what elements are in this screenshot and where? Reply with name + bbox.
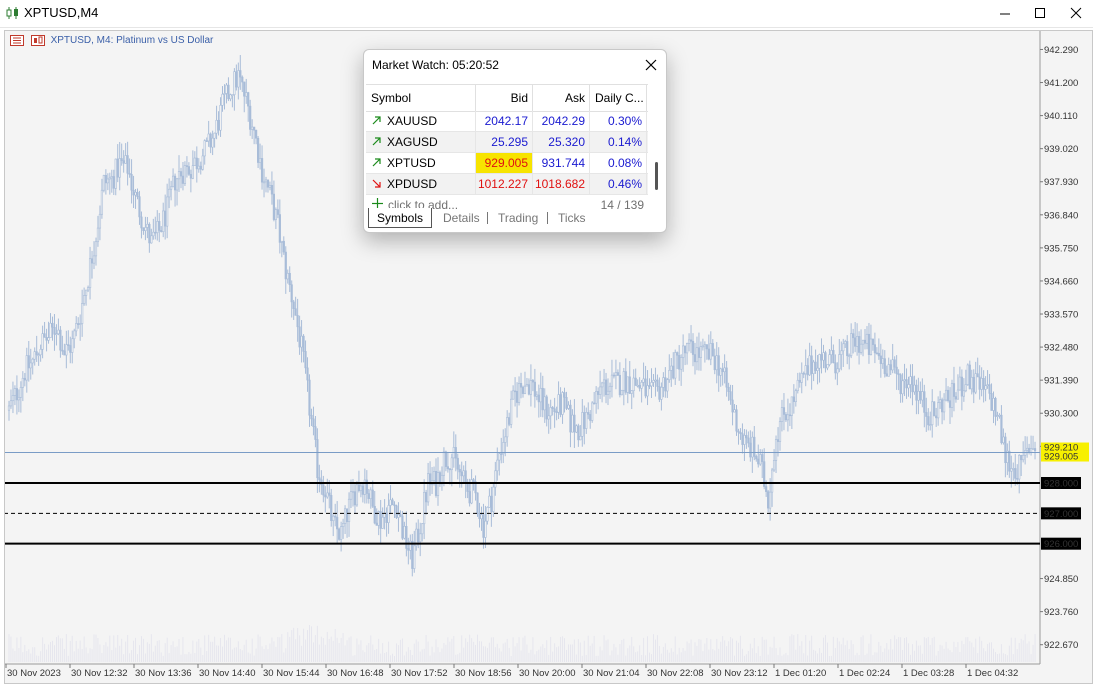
close-button[interactable] (1058, 2, 1093, 24)
maximize-icon (1035, 8, 1045, 18)
chart-symbol-description: XPTUSD, M4: Platinum vs US Dollar (50, 35, 214, 46)
table-row[interactable]: XPTUSD 929.005 931.744 0.08% (366, 153, 648, 174)
chart-symbol-icon[interactable] (30, 35, 45, 46)
scrollbar-thumb[interactable] (655, 162, 658, 190)
market-watch-tabs: Symbols Details Trading Ticks (366, 208, 648, 228)
symbol-name: XAGUSD (387, 135, 438, 149)
market-watch-window[interactable]: Market Watch: 05:20:52 Symbol Bid Ask Da… (363, 49, 667, 233)
arrow-up-icon (372, 158, 381, 167)
tab-details[interactable]: Details (443, 208, 480, 228)
chart-list-icon[interactable] (10, 35, 24, 46)
column-symbol[interactable]: Symbol (366, 85, 476, 111)
table-row[interactable]: XPDUSD 1012.227 1018.682 0.46% (366, 174, 648, 195)
tab-ticks[interactable]: Ticks (558, 208, 586, 228)
symbol-name: XAUUSD (387, 114, 438, 128)
minimize-button[interactable] (987, 2, 1023, 24)
market-watch-title: Market Watch: 05:20:52 (372, 58, 499, 72)
daily-change-value: 0.46% (590, 174, 647, 194)
bid-value: 1012.227 (476, 174, 533, 194)
ask-value: 25.320 (533, 132, 590, 152)
table-row[interactable]: XAGUSD 25.295 25.320 0.14% (366, 132, 648, 153)
column-bid[interactable]: Bid (476, 85, 533, 111)
daily-change-value: 0.30% (590, 111, 647, 131)
table-header: Symbol Bid Ask Daily C... (366, 84, 648, 112)
column-ask[interactable]: Ask (533, 85, 590, 111)
minimize-icon (1000, 13, 1010, 15)
symbol-name: XPTUSD (387, 156, 436, 170)
table-row[interactable]: XAUUSD 2042.17 2042.29 0.30% (366, 111, 648, 132)
ask-value: 2042.29 (533, 111, 590, 131)
close-icon (1070, 7, 1082, 19)
window-titlebar: XPTUSD,M4 (0, 0, 1093, 28)
arrow-up-icon (372, 137, 381, 146)
bid-value: 2042.17 (476, 111, 533, 131)
tab-trading[interactable]: Trading (498, 208, 538, 228)
tab-symbols[interactable]: Symbols (368, 208, 433, 228)
column-daily-change[interactable]: Daily C... (590, 85, 647, 111)
bid-value: 25.295 (476, 132, 533, 152)
ask-value: 1018.682 (533, 174, 590, 194)
maximize-button[interactable] (1022, 2, 1058, 24)
daily-change-value: 0.14% (590, 132, 647, 152)
close-icon[interactable] (642, 56, 660, 74)
chart-header: XPTUSD, M4: Platinum vs US Dollar (10, 35, 213, 49)
daily-change-value: 0.08% (590, 153, 647, 173)
candlestick-chart-icon (6, 7, 18, 19)
arrow-down-icon (372, 179, 381, 188)
arrow-up-icon (372, 116, 381, 125)
bid-value: 929.005 (476, 153, 533, 173)
symbol-name: XPDUSD (387, 177, 438, 191)
window-title: XPTUSD,M4 (24, 5, 99, 20)
ask-value: 931.744 (533, 153, 590, 173)
